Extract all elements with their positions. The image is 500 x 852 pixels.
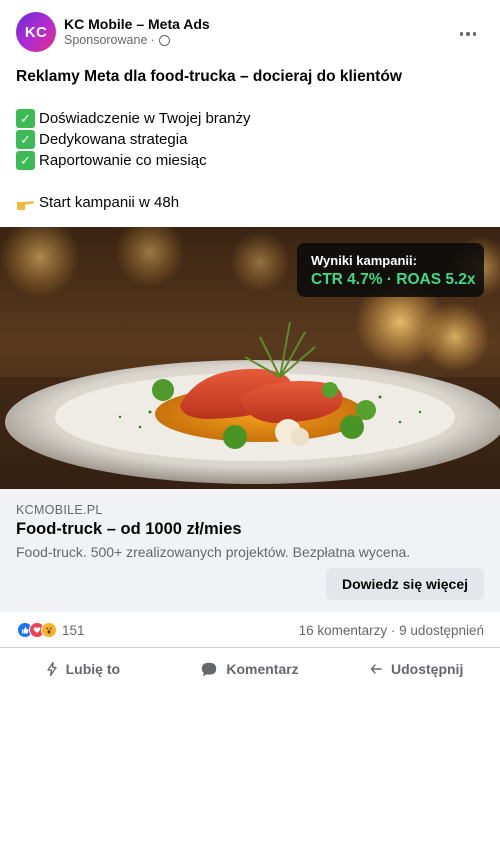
bullet-text: Raportowanie co miesiąc [39, 152, 207, 169]
link-preview[interactable]: KCMOBILE.PL Food-truck – od 1000 zł/mies… [0, 489, 500, 612]
overlay-title: Wyniki kampanii: [311, 253, 417, 268]
bullet-item: ✓ Doświadczenie w Twojej branży [16, 108, 484, 129]
reaction-count[interactable]: 151 [62, 623, 85, 638]
reaction-icons[interactable] [17, 622, 57, 638]
check-mark-icon: ✓ [16, 109, 35, 128]
wow-reaction-icon [41, 622, 57, 638]
link-domain: KCMOBILE.PL [16, 503, 103, 517]
comments-shares-count[interactable]: 16 komentarzy · 9 udostępnień [299, 623, 484, 638]
comment-button[interactable]: Komentarz [167, 648, 334, 690]
bullet-text: Dedykowana strategia [39, 131, 188, 148]
page-name[interactable]: KC Mobile – Meta Ads [64, 16, 210, 32]
cta-text: Start kampanii w 48h [39, 194, 180, 211]
post-meta: Sponsorowane · [64, 33, 170, 47]
more-options-button[interactable] [452, 22, 484, 46]
bullet-text: Doświadczenie w Twojej branży [39, 110, 251, 127]
share-label: Udostępnij [391, 661, 464, 677]
reactions-bar: 151 16 komentarzy · 9 udostępnień [0, 612, 500, 648]
dot-icon [472, 32, 477, 36]
check-mark-icon: ✓ [16, 130, 35, 149]
comment-bubble-icon [201, 662, 217, 677]
check-mark-icon: ✓ [16, 151, 35, 170]
learn-more-button[interactable]: Dowiedz się więcej [326, 568, 484, 600]
like-label: Lubię to [65, 661, 121, 677]
post-headline: Reklamy Meta dla food-trucka – docieraj … [16, 68, 402, 85]
link-description: Food-truck. 500+ zrealizowanych projektó… [16, 544, 411, 560]
dot-icon [466, 32, 470, 36]
post-header: KC KC Mobile – Meta Ads Sponsorowane · [0, 0, 500, 60]
like-button[interactable]: Lubię to [0, 648, 167, 690]
dot-icon [459, 32, 464, 36]
sponsored-label[interactable]: Sponsorowane [64, 33, 147, 47]
meta-separator: · [150, 33, 155, 47]
comment-label: Komentarz [226, 661, 299, 677]
page-avatar[interactable]: KC [16, 12, 56, 52]
arrow-left-icon [370, 663, 382, 675]
globe-icon [158, 34, 170, 46]
campaign-results-overlay: Wyniki kampanii: CTR 4.7% · ROAS 5.2x [297, 243, 484, 297]
ad-post: KC KC Mobile – Meta Ads Sponsorowane · R… [0, 0, 500, 852]
share-button[interactable]: Udostępnij [333, 648, 500, 690]
link-title[interactable]: Food-truck – od 1000 zł/mies [16, 520, 242, 539]
overlay-value: CTR 4.7% · ROAS 5.2x [311, 271, 476, 288]
action-bar: Lubię to Komentarz Udostępnij [0, 648, 500, 690]
bullet-item: ✓ Raportowanie co miesiąc [16, 150, 484, 171]
bullet-item: ✓ Dedykowana strategia [16, 129, 484, 150]
lightning-icon [46, 662, 57, 676]
cta-line: Start kampanii w 48h [16, 192, 484, 213]
post-text: Reklamy Meta dla food-trucka – docieraj … [16, 66, 484, 213]
pointing-hand-icon [16, 196, 35, 210]
